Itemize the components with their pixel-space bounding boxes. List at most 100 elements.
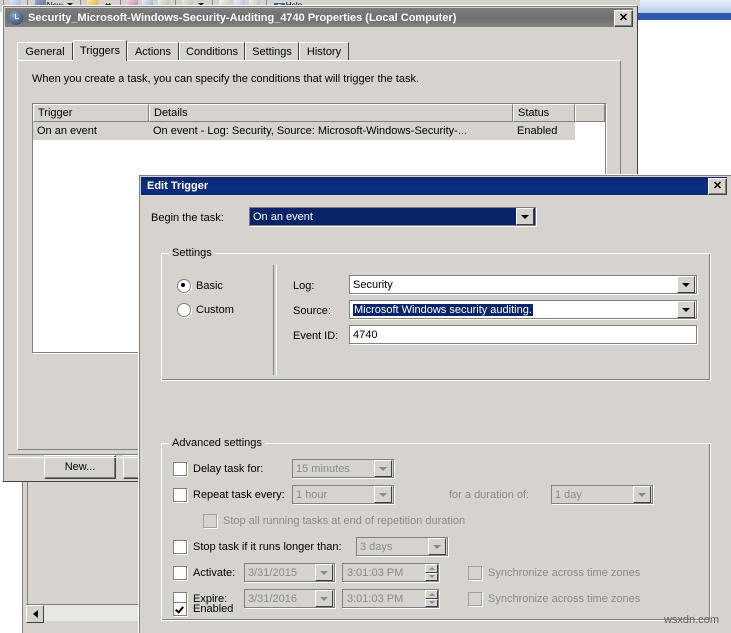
duration-combobox[interactable]: 1 day — [551, 485, 653, 504]
stop-task-longer-dropdown-button[interactable] — [428, 538, 446, 555]
repeat-task-dropdown-button[interactable] — [374, 486, 392, 503]
cell-status: Enabled — [513, 122, 575, 140]
advanced-settings-groupbox: Advanced settings Delay task for: 15 min… — [161, 437, 711, 621]
advanced-groupbox-title: Advanced settings — [169, 437, 265, 449]
delay-task-combobox[interactable]: 15 minutes — [292, 459, 394, 478]
source-label: Source: — [293, 305, 331, 317]
task-scheduler-clock-icon — [9, 11, 23, 25]
begin-task-label: Begin the task: — [151, 212, 224, 224]
expire-time-spinner[interactable]: 3:01:03 PM — [342, 589, 439, 608]
source-dropdown-button[interactable] — [677, 301, 695, 318]
spin-up-button[interactable] — [425, 590, 438, 599]
checkbox-activate-sync[interactable]: Synchronize across time zones — [468, 566, 640, 580]
radio-basic[interactable]: Basic — [177, 279, 223, 293]
tab-triggers-label: Triggers — [80, 45, 120, 57]
tab-history[interactable]: History — [299, 42, 349, 60]
chevron-down-icon — [638, 493, 646, 497]
tab-actions[interactable]: Actions — [127, 42, 179, 60]
tab-history-label: History — [307, 46, 341, 58]
table-row[interactable]: On an event On event - Log: Security, So… — [33, 122, 605, 140]
edit-trigger-client-area: Begin the task: On an event Settings Bas… — [141, 196, 727, 632]
checkbox-expire-sync[interactable]: Synchronize across time zones — [468, 592, 640, 606]
arrow-up-icon — [429, 593, 435, 596]
log-value: Security — [350, 279, 677, 291]
checkbox-repeat-task-box — [173, 488, 187, 502]
column-header-spacer — [575, 104, 605, 122]
radio-custom[interactable]: Custom — [177, 303, 234, 317]
mmc-pane-header-bar — [636, 13, 731, 20]
checkbox-delay-task[interactable]: Delay task for: — [173, 462, 263, 476]
triggers-description: When you create a task, you can specify … — [32, 73, 419, 85]
edit-trigger-dialog: Edit Trigger ✕ Begin the task: On an eve… — [138, 174, 731, 633]
activate-time-spin-buttons[interactable] — [425, 564, 438, 581]
chevron-down-icon — [320, 571, 328, 575]
spin-down-button[interactable] — [425, 573, 438, 582]
tab-actions-label: Actions — [135, 46, 171, 58]
event-id-label: Event ID: — [293, 330, 338, 342]
activate-date-dropdown-button[interactable] — [315, 564, 333, 581]
arrow-up-icon — [429, 567, 435, 570]
stop-task-longer-combobox[interactable]: 3 days — [356, 537, 448, 556]
log-combobox[interactable]: Security — [349, 275, 697, 294]
chevron-down-icon — [320, 597, 328, 601]
checkbox-repeat-task[interactable]: Repeat task every: — [173, 488, 285, 502]
expire-date-dropdown-button[interactable] — [315, 590, 333, 607]
edit-trigger-title-bar[interactable]: Edit Trigger — [141, 177, 727, 195]
tab-conditions[interactable]: Conditions — [179, 42, 245, 60]
tab-conditions-label: Conditions — [186, 46, 238, 58]
expire-date-combobox[interactable]: 3/31/2016 — [244, 589, 335, 608]
tab-settings[interactable]: Settings — [245, 42, 299, 60]
source-combobox[interactable]: Microsoft Windows security auditing. — [349, 300, 697, 319]
log-label: Log: — [293, 280, 314, 292]
tab-triggers[interactable]: Triggers — [73, 40, 127, 61]
expire-time-spin-buttons[interactable] — [425, 590, 438, 607]
chevron-down-icon — [682, 283, 690, 287]
column-header-status[interactable]: Status — [513, 104, 575, 122]
column-header-trigger[interactable]: Trigger — [33, 104, 149, 122]
tab-settings-label: Settings — [252, 46, 292, 58]
checkbox-stop-all-running[interactable]: Stop all running tasks at end of repetit… — [203, 514, 465, 528]
delay-task-dropdown-button[interactable] — [374, 460, 392, 477]
properties-title-bar[interactable]: Security_Microsoft-Windows-Security-Audi… — [5, 8, 633, 27]
settings-vertical-divider — [273, 265, 277, 375]
edit-trigger-close-button[interactable]: ✕ — [708, 178, 727, 195]
properties-close-button[interactable]: ✕ — [614, 10, 633, 27]
scroll-left-button[interactable] — [26, 605, 44, 623]
activate-time-spinner[interactable]: 3:01:03 PM — [342, 563, 439, 582]
activate-date-combobox[interactable]: 3/31/2015 — [244, 563, 335, 582]
repeat-task-combobox[interactable]: 1 hour — [292, 485, 394, 504]
new-trigger-button[interactable]: New... — [44, 455, 116, 479]
radio-basic-label: Basic — [196, 280, 223, 292]
checkbox-enabled-box — [173, 602, 187, 616]
checkbox-stop-all-running-label: Stop all running tasks at end of repetit… — [223, 515, 465, 527]
source-value: Microsoft Windows security auditing. — [353, 304, 533, 316]
cell-spacer — [575, 122, 605, 140]
checkbox-stop-task-longer[interactable]: Stop task if it runs longer than: — [173, 540, 342, 554]
checkbox-delay-task-label: Delay task for: — [193, 463, 263, 475]
log-dropdown-button[interactable] — [677, 276, 695, 293]
spin-up-button[interactable] — [425, 564, 438, 573]
event-id-input[interactable]: 4740 — [349, 325, 697, 344]
duration-value: 1 day — [552, 489, 633, 501]
activate-date-value: 3/31/2015 — [245, 567, 315, 579]
expire-date-value: 3/31/2016 — [245, 593, 315, 605]
checkbox-expire-sync-label: Synchronize across time zones — [488, 593, 640, 605]
activate-time-value: 3:01:03 PM — [343, 567, 425, 579]
checkbox-activate[interactable]: Activate: — [173, 566, 235, 580]
repeat-task-value: 1 hour — [293, 489, 374, 501]
stop-task-longer-value: 3 days — [357, 541, 428, 553]
checkbox-enabled-label: Enabled — [193, 603, 233, 615]
checkbox-activate-sync-box — [468, 566, 482, 580]
begin-task-combobox[interactable]: On an event — [249, 207, 536, 226]
begin-task-dropdown-button[interactable] — [516, 208, 534, 225]
spin-down-button[interactable] — [425, 599, 438, 608]
chevron-down-icon — [682, 308, 690, 312]
properties-window-title: Security_Microsoft-Windows-Security-Audi… — [28, 12, 456, 24]
arrow-down-icon — [429, 575, 435, 578]
checkbox-expire-sync-box — [468, 592, 482, 606]
duration-dropdown-button[interactable] — [633, 486, 651, 503]
column-header-details[interactable]: Details — [149, 104, 513, 122]
checkbox-enabled[interactable]: Enabled — [173, 602, 233, 616]
checkbox-activate-label: Activate: — [193, 567, 235, 579]
tab-general[interactable]: General — [17, 42, 73, 60]
